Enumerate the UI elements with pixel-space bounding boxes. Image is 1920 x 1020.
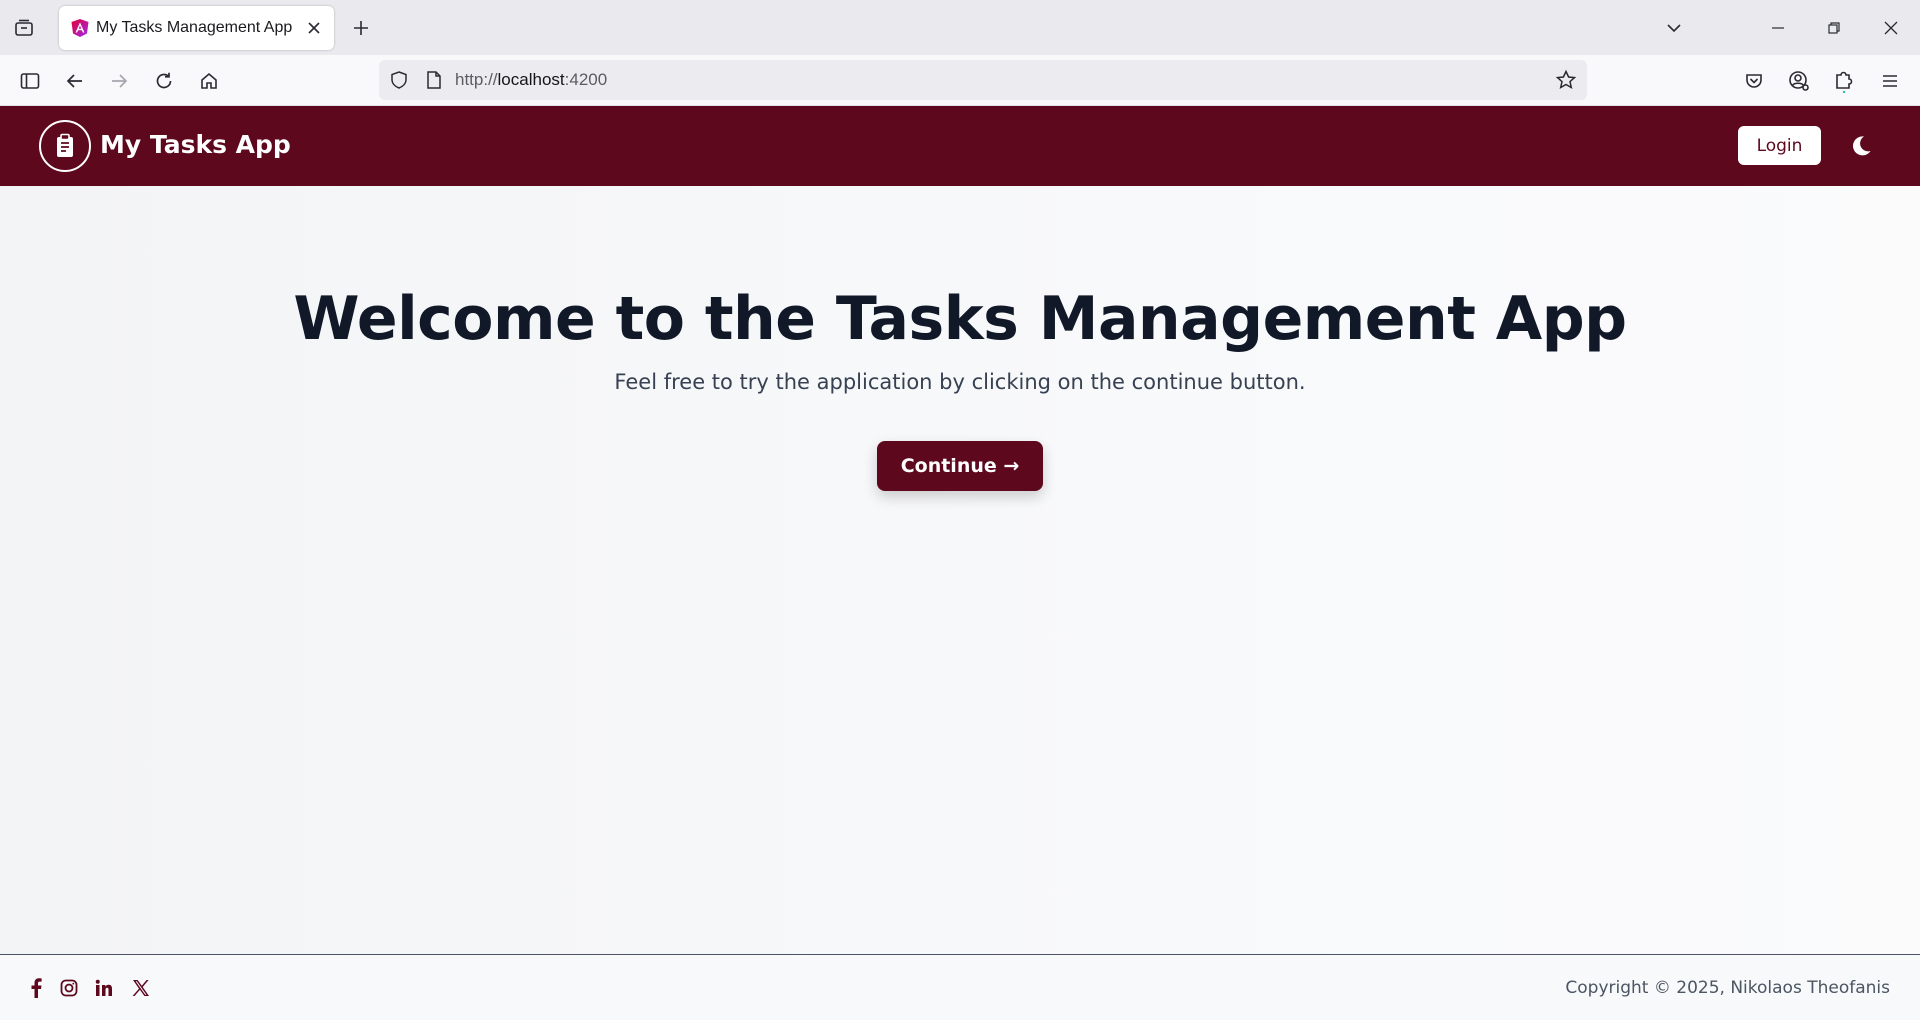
back-button[interactable] — [59, 65, 91, 97]
sidebar-icon — [20, 73, 40, 89]
x-icon — [132, 980, 149, 996]
address-bar[interactable]: http://localhost:4200 — [379, 60, 1587, 100]
url-scheme: http:// — [455, 70, 498, 89]
account-icon — [1789, 71, 1809, 91]
restore-button[interactable] — [1818, 12, 1850, 44]
account-button[interactable] — [1783, 65, 1815, 97]
arrow-right-icon — [112, 74, 128, 88]
arrow-left-icon — [66, 74, 82, 88]
shield-icon — [391, 71, 407, 89]
hero-title: Welcome to the Tasks Management App — [293, 284, 1627, 354]
puzzle-icon — [1836, 71, 1853, 93]
x-link[interactable] — [130, 977, 152, 999]
url-port: :4200 — [564, 70, 608, 89]
app-header: My Tasks App Login — [0, 106, 1920, 186]
app-menu-button[interactable] — [1874, 65, 1906, 97]
brand-logo[interactable] — [39, 120, 91, 172]
pocket-icon — [1746, 74, 1762, 88]
linkedin-link[interactable] — [93, 977, 115, 999]
tab-list-button[interactable] — [10, 14, 38, 42]
tabs-icon — [15, 19, 33, 36]
plus-icon — [354, 21, 368, 35]
list-all-tabs-button[interactable] — [1658, 12, 1690, 44]
clipboard-icon — [57, 133, 73, 157]
login-button[interactable]: Login — [1738, 126, 1821, 165]
moon-icon — [1852, 136, 1871, 156]
extensions-button[interactable] — [1828, 65, 1860, 97]
browser-tab-active[interactable]: My Tasks Management App — [59, 6, 334, 50]
url-text: http://localhost:4200 — [455, 70, 607, 90]
page-icon — [427, 71, 441, 89]
hero-subtitle: Feel free to try the application by clic… — [614, 370, 1306, 394]
facebook-link[interactable] — [25, 977, 47, 999]
angular-icon — [71, 19, 89, 37]
close-window-button[interactable] — [1875, 12, 1907, 44]
minimize-button[interactable] — [1762, 12, 1794, 44]
browser-toolbar: http://localhost:4200 — [0, 55, 1920, 106]
close-icon — [1884, 21, 1898, 35]
home-icon — [201, 72, 217, 89]
linkedin-icon — [95, 979, 112, 996]
home-button[interactable] — [193, 65, 225, 97]
star-icon[interactable] — [1555, 69, 1577, 91]
reload-icon — [156, 72, 172, 89]
close-icon — [308, 22, 320, 34]
new-tab-button[interactable] — [347, 14, 375, 42]
sidebar-toggle-button[interactable] — [14, 65, 46, 97]
theme-toggle-button[interactable] — [1846, 131, 1876, 161]
browser-tab-strip: My Tasks Management App — [0, 0, 1920, 55]
forward-button[interactable] — [103, 65, 135, 97]
pocket-button[interactable] — [1738, 65, 1770, 97]
reload-button[interactable] — [148, 65, 180, 97]
url-host: localhost — [497, 70, 565, 89]
continue-button[interactable]: Continue → — [877, 441, 1043, 491]
app-footer: Copyright © 2025, Nikolaos Theofanis — [0, 954, 1920, 1020]
restore-icon — [1828, 22, 1840, 34]
main-content: Welcome to the Tasks Management App Feel… — [0, 186, 1920, 954]
tab-title: My Tasks Management App — [96, 19, 293, 36]
minimize-icon — [1772, 27, 1784, 29]
copyright-text: Copyright © 2025, Nikolaos Theofanis — [1565, 978, 1890, 998]
brand-title[interactable]: My Tasks App — [100, 130, 291, 159]
hamburger-menu-icon — [1883, 75, 1897, 87]
instagram-icon — [60, 979, 78, 997]
chevron-down-icon — [1667, 24, 1681, 33]
instagram-link[interactable] — [58, 977, 80, 999]
tab-close-button[interactable] — [304, 18, 324, 38]
facebook-icon — [31, 978, 42, 998]
